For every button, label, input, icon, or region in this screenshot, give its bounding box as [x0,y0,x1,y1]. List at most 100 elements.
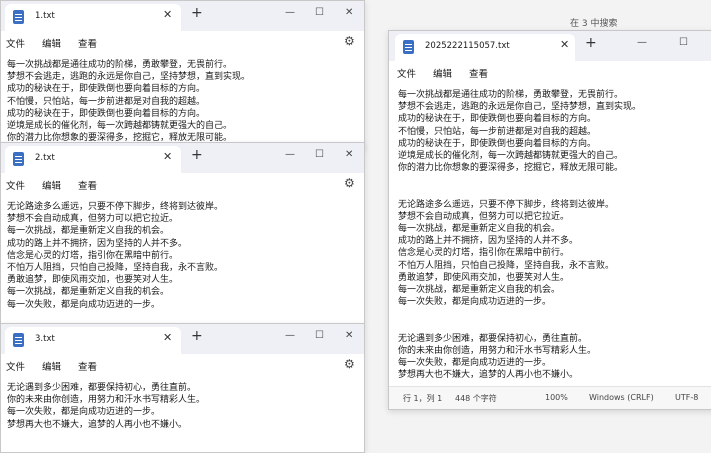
zoom-level[interactable]: 100% [545,393,568,402]
text-line: 勇敢追梦，即使风雨交加，也要笑对人生。 [398,272,570,283]
notepad-window-2: 2.txt ✕ + — ☐ ✕ 文件 编辑 查看 ⚙ 无论路途多么遥远，只要不停… [0,142,365,324]
tab-title: 2.txt [35,153,55,163]
maximize-icon[interactable]: ☐ [679,37,688,48]
add-tab-icon[interactable]: + [585,35,597,51]
text-editor[interactable]: 无论遇到多少困难，都要保持初心，勇往直前。 你的未来由你创造，用努力和汗水书写精彩… [7,382,364,452]
cursor-position: 行 1，列 1 [403,394,443,403]
text-line [398,174,711,186]
tab-1-txt[interactable]: 1.txt ✕ [5,4,181,31]
menubar: 文件 编辑 查看 ⚙ [1,354,364,376]
search-hint: 在 3 中搜索 [570,19,618,29]
add-tab-icon[interactable]: + [191,147,203,163]
text-line: 梦想再大也不嫌大，追梦的人再小也不嫌小。 [7,419,188,430]
tab-2-txt[interactable]: 2.txt ✕ [5,146,181,173]
text-line: 梦想不会自动成真，但努力可以把它拉近。 [7,214,179,225]
text-line: 每一次挑战，都是重新定义自我的机会。 [398,285,561,295]
close-tab-icon[interactable]: ✕ [163,8,172,21]
add-tab-icon[interactable]: + [191,328,203,344]
notepad-icon [13,333,24,347]
settings-icon[interactable]: ⚙ [344,176,355,190]
menu-edit[interactable]: 编辑 [42,359,61,373]
text-line: 不怕万人阻挡，只怕自己投降，坚持自我，永不言败。 [7,262,224,273]
minimize-icon[interactable]: — [637,37,647,48]
tab-title: 2025222115057.txt [425,41,510,51]
menubar: 文件 编辑 查看 [389,61,711,83]
maximize-icon[interactable]: ☐ [315,330,324,341]
text-editor[interactable]: 无论路途多么遥远，只要不停下脚步，终将到达彼岸。 梦想不会自动成真，但努力可以把它… [7,201,364,323]
menu-view[interactable]: 查看 [78,178,97,192]
maximize-icon[interactable]: ☐ [315,7,324,18]
menu-view[interactable]: 查看 [469,66,488,80]
menu-edit[interactable]: 编辑 [42,36,61,50]
menu-edit[interactable]: 编辑 [42,178,61,192]
text-line: 梦想不会逃走，逃跑的永远是你自己，坚持梦想，直到实现。 [398,102,642,113]
text-line: 勇敢追梦，即使风雨交加，也要笑对人生。 [7,275,179,286]
tab-title: 1.txt [35,11,55,21]
menubar: 文件 编辑 查看 ⚙ [1,31,364,53]
status-bar: 行 1，列 1 448 个字符 100% Windows (CRLF) UTF-… [389,386,711,409]
text-line: 你的未来由你创造，用努力和汗水书写精彩人生。 [398,345,597,356]
minimize-icon[interactable]: — [285,149,295,160]
titlebar: 1.txt ✕ + — ☐ ✕ [1,1,364,31]
text-line: 每一次挑战都是通往成功的阶梯，勇敢攀登，无畏前行。 [7,60,233,70]
menu-file[interactable]: 文件 [6,359,25,373]
text-line: 每一次失败，都是向成功迈进的一步。 [398,358,552,369]
add-tab-icon[interactable]: + [191,5,203,21]
maximize-icon[interactable]: ☐ [315,149,324,160]
menubar: 文件 编辑 查看 ⚙ [1,173,364,195]
text-line: 你的潜力比你想象的要深得多，挖掘它，释放无限可能。 [398,163,624,174]
close-tab-icon[interactable]: ✕ [163,150,172,163]
menu-edit[interactable]: 编辑 [433,66,452,80]
text-line: 不怕慢，只怕站，每一步前进都是对自我的超越。 [7,96,206,107]
text-line: 每一次挑战，都是重新定义自我的机会。 [7,226,170,237]
text-line: 信念是心灵的灯塔，指引你在黑暗中前行。 [7,250,179,261]
text-line: 每一次失败，都是向成功迈进的一步。 [398,297,552,308]
text-line: 每一次挑战，都是重新定义自我的机会。 [398,224,561,235]
minimize-icon[interactable]: — [285,7,295,18]
close-window-icon[interactable]: ✕ [345,7,353,18]
text-line: 梦想不会逃走，逃跑的永远是你自己，坚持梦想，直到实现。 [7,72,251,83]
text-line: 成功的秘诀在于，即使跌倒也要向着目标的方向。 [398,114,597,125]
text-line: 无论遇到多少困难，都要保持初心，勇往直前。 [7,383,197,393]
text-line: 每一次失败，都是向成功迈进的一步。 [7,407,161,418]
tab-3-txt[interactable]: 3.txt ✕ [5,327,181,354]
close-tab-icon[interactable]: ✕ [163,331,172,344]
text-line: 逆境是成长的催化剂，每一次跨越都铸就更强大的自己。 [7,120,233,131]
tab-2025222115057[interactable]: 2025222115057.txt ✕ [395,34,575,61]
line-ending[interactable]: Windows (CRLF) [589,393,654,402]
notepad-window-3: 3.txt ✕ + — ☐ ✕ 文件 编辑 查看 ⚙ 无论遇到多少困难，都要保持… [0,323,365,453]
text-editor[interactable]: 每一次挑战都是通往成功的阶梯，勇敢攀登，无畏前行。梦想不会逃走，逃跑的永远是你自… [7,59,364,149]
text-line [398,187,711,199]
settings-icon[interactable]: ⚙ [344,34,355,48]
menu-file[interactable]: 文件 [6,36,25,50]
settings-icon[interactable]: ⚙ [344,357,355,371]
menu-view[interactable]: 查看 [78,359,97,373]
titlebar: 3.txt ✕ + — ☐ ✕ [1,324,364,354]
menu-view[interactable]: 查看 [78,36,97,50]
tab-title: 3.txt [35,334,55,344]
menu-file[interactable]: 文件 [6,178,25,192]
menu-file[interactable]: 文件 [397,66,416,80]
text-line: 成功的秘诀在于，即使跌倒也要向着目标的方向。 [398,138,597,149]
notepad-icon [403,40,414,54]
titlebar: 2025222115057.txt ✕ + — ☐ [389,31,711,61]
text-line: 成功的路上并不拥挤，因为坚持的人并不多。 [398,236,579,247]
notepad-icon [13,10,24,24]
close-window-icon[interactable]: ✕ [345,330,353,341]
minimize-icon[interactable]: — [285,330,295,341]
encoding[interactable]: UTF-8 [675,393,698,402]
text-line: 梦想再大也不嫌大，追梦的人再小也不嫌小。 [398,370,579,381]
text-line: 无论遇到多少困难，都要保持初心，勇往直前。 [398,333,588,344]
text-line [398,321,711,333]
text-line [398,308,711,320]
titlebar: 2.txt ✕ + — ☐ ✕ [1,143,364,173]
text-line: 无论路途多么遥远，只要不停下脚步，终将到达彼岸。 [7,202,224,212]
notepad-window-2025222115057: 2025222115057.txt ✕ + — ☐ 文件 编辑 查看 每一次挑战… [388,30,711,410]
text-editor[interactable]: 每一次挑战都是通往成功的阶梯，勇敢攀登，无畏前行。梦想不会逃走，逃跑的永远是你自… [398,89,711,385]
text-line: 每一次挑战都是通往成功的阶梯，勇敢攀登，无畏前行。 [398,90,624,100]
text-line: 你的未来由你创造，用努力和汗水书写精彩人生。 [7,395,206,406]
close-window-icon[interactable]: ✕ [345,149,353,160]
text-line: 成功的秘诀在于，即使跌倒也要向着目标的方向。 [7,84,206,95]
notepad-icon [13,152,24,166]
close-tab-icon[interactable]: ✕ [560,38,569,51]
